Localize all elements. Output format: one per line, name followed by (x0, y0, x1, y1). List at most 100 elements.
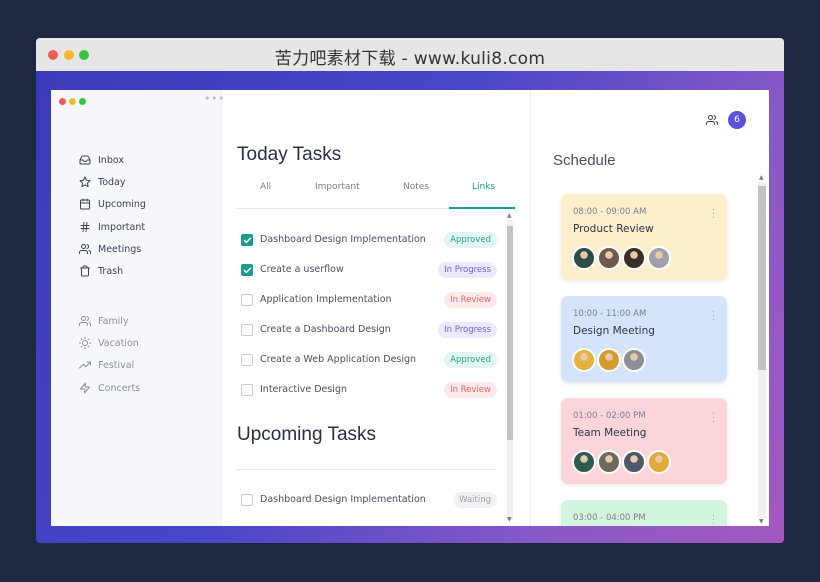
task-row[interactable]: Dashboard Design Implementation Waiting (241, 488, 497, 512)
scroll-thumb[interactable] (758, 186, 766, 370)
tab-important[interactable]: Important (315, 182, 360, 192)
scroll-up-arrow[interactable]: ▲ (759, 174, 764, 181)
event-time: 01:00 - 02:00 PM (573, 411, 646, 421)
more-icon[interactable]: ••• (204, 92, 225, 105)
hash-icon (80, 222, 90, 232)
people-icon[interactable] (706, 114, 718, 126)
active-tab-indicator (449, 207, 515, 209)
sidebar-item-important[interactable]: Important (79, 218, 145, 236)
schedule-panel: 6 Schedule 08:00 - 09:00 AM Product Revie… (532, 90, 769, 526)
avatar (597, 246, 621, 270)
task-checkbox[interactable] (241, 264, 253, 276)
status-badge: In Progress (438, 262, 497, 278)
task-checkbox[interactable] (241, 324, 253, 336)
avatar (622, 246, 646, 270)
more-vertical-icon[interactable]: · · · (712, 410, 715, 428)
scroll-down-arrow[interactable]: ▼ (759, 518, 764, 525)
task-row[interactable]: Create a userflow In Progress (241, 258, 497, 282)
browser-titlebar: 苦力吧素材下载 - www.kuli8.com (36, 38, 784, 71)
sidebar-item-label: Family (98, 315, 129, 327)
inbox-icon (79, 155, 91, 165)
avatar (572, 450, 596, 474)
sidebar-item-label: Trash (98, 265, 124, 277)
sidebar: ••• Inbox Today Upcoming Important Meeti… (51, 90, 225, 526)
sidebar-item-trash[interactable]: Trash (79, 262, 123, 280)
event-title: Team Meeting (573, 427, 647, 439)
task-name: Application Implementation (260, 294, 392, 305)
status-badge: In Review (444, 292, 497, 308)
sidebar-item-label: Today (98, 176, 126, 188)
status-badge: Waiting (453, 492, 497, 508)
task-row[interactable]: Create a Web Application Design Approved (241, 348, 497, 372)
schedule-card[interactable]: 01:00 - 02:00 PM Team Meeting · · · (561, 398, 727, 484)
task-row[interactable]: Interactive Design In Review (241, 378, 497, 402)
notification-badge[interactable]: 6 (728, 111, 746, 129)
app-minimize-dot[interactable] (69, 98, 76, 105)
trending-up-icon (79, 361, 91, 369)
attendee-avatars (572, 348, 647, 372)
tasks-panel: Today Tasks All Important Notes Links Da… (223, 90, 531, 526)
status-badge: Approved (444, 232, 497, 248)
sidebar-item-vacation[interactable]: Vacation (79, 334, 139, 352)
avatar (622, 450, 646, 474)
tab-notes[interactable]: Notes (403, 182, 429, 192)
avatar (597, 450, 621, 474)
task-name: Dashboard Design Implementation (260, 234, 426, 245)
sidebar-item-meetings[interactable]: Meetings (79, 240, 141, 258)
zap-icon (80, 382, 90, 394)
task-app: ••• Inbox Today Upcoming Important Meeti… (51, 90, 769, 526)
schedule-scrollbar[interactable]: ▲ ▼ (756, 174, 767, 526)
sidebar-item-label: Important (98, 221, 146, 233)
app-maximize-dot[interactable] (79, 98, 86, 105)
sidebar-item-inbox[interactable]: Inbox (79, 151, 124, 169)
schedule-title: Schedule (553, 152, 616, 169)
scroll-down-arrow[interactable]: ▼ (507, 516, 512, 523)
schedule-card[interactable]: 03:00 - 04:00 PM · · · (561, 500, 727, 526)
task-checkbox[interactable] (241, 494, 253, 506)
task-checkbox[interactable] (241, 234, 253, 246)
task-checkbox[interactable] (241, 354, 253, 366)
sun-icon (79, 337, 91, 349)
event-time: 08:00 - 09:00 AM (573, 207, 647, 217)
task-checkbox[interactable] (241, 294, 253, 306)
task-name: Create a userflow (260, 264, 344, 275)
status-badge: Approved (444, 352, 497, 368)
sidebar-item-family[interactable]: Family (79, 312, 129, 330)
tab-all[interactable]: All (260, 182, 271, 192)
event-title: Design Meeting (573, 325, 655, 337)
schedule-card[interactable]: 08:00 - 09:00 AM Product Review · · · (561, 194, 727, 280)
more-vertical-icon[interactable]: · · · (712, 308, 715, 326)
sidebar-item-festival[interactable]: Festival (79, 356, 134, 374)
upcoming-tasks-title: Upcoming Tasks (237, 424, 377, 445)
event-time: 03:00 - 04:00 PM (573, 513, 646, 523)
task-row[interactable]: Dashboard Design Implementation Approved (241, 228, 497, 252)
tab-links[interactable]: Links (472, 182, 495, 192)
event-title: Product Review (573, 223, 654, 235)
trash-icon (80, 265, 90, 277)
more-vertical-icon[interactable]: · · · (712, 206, 715, 224)
task-row[interactable]: Create a Dashboard Design In Progress (241, 318, 497, 342)
more-vertical-icon[interactable]: · · · (712, 512, 715, 527)
sidebar-item-upcoming[interactable]: Upcoming (79, 195, 146, 213)
calendar-icon (80, 198, 90, 210)
scroll-thumb[interactable] (507, 226, 513, 440)
task-checkbox[interactable] (241, 384, 253, 396)
attendee-avatars (572, 450, 672, 474)
task-scrollbar[interactable]: ▲ ▼ (504, 212, 514, 526)
users-icon (79, 244, 91, 254)
scroll-up-arrow[interactable]: ▲ (507, 212, 512, 219)
app-close-dot[interactable] (59, 98, 66, 105)
sidebar-item-label: Meetings (98, 243, 142, 255)
task-name: Dashboard Design Implementation (260, 494, 426, 505)
avatar (572, 246, 596, 270)
star-icon (79, 176, 91, 188)
status-badge: In Progress (438, 322, 497, 338)
task-row[interactable]: Application Implementation In Review (241, 288, 497, 312)
sidebar-item-label: Vacation (98, 337, 139, 349)
sidebar-item-today[interactable]: Today (79, 173, 125, 191)
sidebar-item-concerts[interactable]: Concerts (79, 379, 140, 397)
schedule-card[interactable]: 10:00 - 11:00 AM Design Meeting · · · (561, 296, 727, 382)
attendee-avatars (572, 246, 672, 270)
users-icon (79, 316, 91, 326)
avatar (572, 348, 596, 372)
